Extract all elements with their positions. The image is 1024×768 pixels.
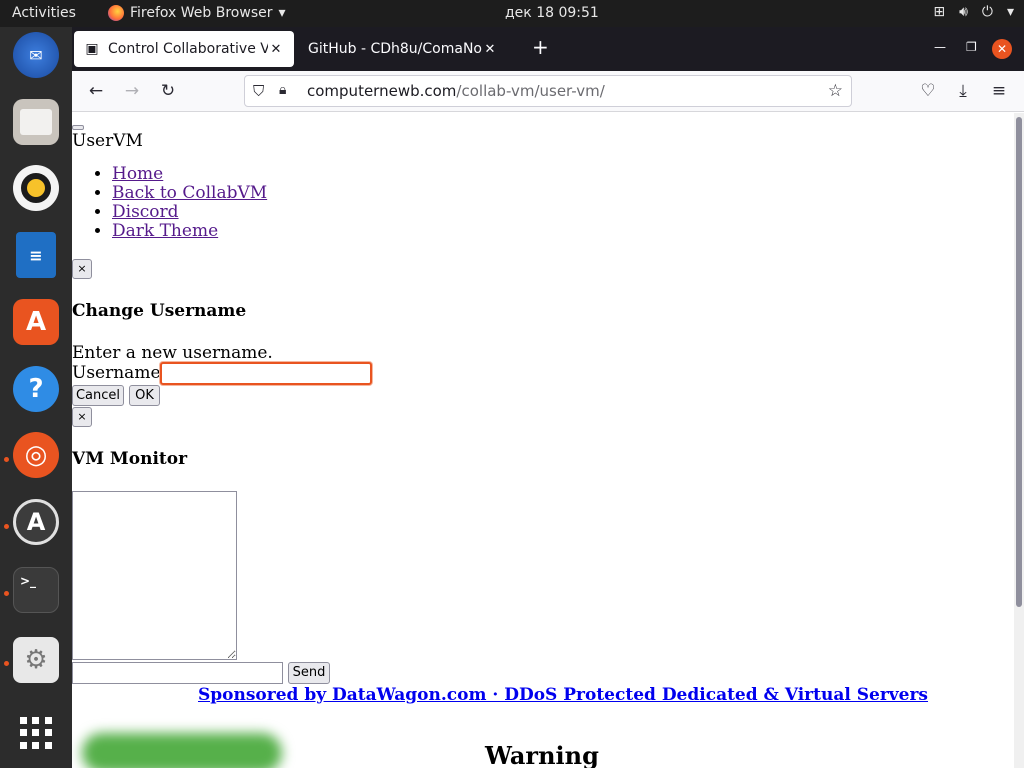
nav-link-dark-theme[interactable]: Dark Theme: [112, 221, 218, 241]
app-menu[interactable]: Firefox Web Browser ▾: [108, 5, 286, 21]
reload-button[interactable]: ↻: [157, 80, 179, 102]
username-dialog-prompt: Enter a new username.: [72, 343, 273, 363]
system-top-bar: Activities Firefox Web Browser ▾ дек 18 …: [0, 0, 1024, 27]
chevron-down-icon: ▾: [278, 5, 286, 21]
running-indicator: [4, 661, 9, 666]
username-dialog-close-button[interactable]: ×: [72, 259, 92, 279]
monitor-command-input[interactable]: [72, 662, 283, 684]
username-input[interactable]: [160, 362, 372, 385]
url-bar[interactable]: ⛉ 🔒︎ computernewb.com/collab-vm/user-vm/…: [244, 75, 852, 107]
app-center-icon[interactable]: A: [13, 299, 59, 345]
tab-bar: ▣ Control Collaborative Vir ✕ GitHub - C…: [72, 27, 1024, 71]
close-icon[interactable]: ✕: [482, 42, 498, 57]
navbar-toggle-button[interactable]: [72, 125, 84, 130]
nav-item: Discord: [112, 203, 267, 222]
collabvm-favicon: ▣: [85, 41, 99, 57]
running-indicator: [4, 591, 9, 596]
tab-title: GitHub - CDh8u/ComaNo: CD: [308, 41, 482, 57]
rhythmbox-icon[interactable]: [13, 165, 59, 211]
maximize-icon[interactable]: ❐: [966, 40, 977, 54]
bookmark-star-icon[interactable]: ☆: [828, 81, 843, 101]
url-host: computernewb.com: [307, 82, 457, 100]
power-icon[interactable]: ⏻: [982, 4, 993, 20]
close-icon[interactable]: ✕: [268, 42, 284, 57]
downloads-icon[interactable]: ⤓: [952, 80, 974, 102]
tab-collabvm[interactable]: ▣ Control Collaborative Vir ✕: [74, 31, 294, 67]
blurred-button: [82, 733, 282, 768]
tab-title: Control Collaborative Vir: [108, 41, 268, 57]
terminal-icon[interactable]: >_: [13, 567, 59, 613]
send-button[interactable]: Send: [288, 662, 330, 684]
clock[interactable]: дек 18 09:51: [505, 5, 599, 21]
show-apps-grid-icon[interactable]: [20, 717, 52, 749]
activities-button[interactable]: Activities: [12, 5, 76, 21]
site-brand[interactable]: UserVM: [72, 131, 143, 151]
running-indicator: [4, 524, 9, 529]
software-updater-icon[interactable]: A: [13, 499, 59, 545]
cancel-button[interactable]: Cancel: [72, 385, 124, 406]
help-icon[interactable]: ?: [13, 366, 59, 412]
page-scrollbar[interactable]: [1014, 113, 1024, 768]
monitor-dialog-close-button[interactable]: ×: [72, 407, 92, 427]
chevron-down-icon[interactable]: ▾: [1007, 4, 1014, 20]
libreoffice-writer-icon[interactable]: ≡: [16, 232, 56, 278]
navigation-toolbar: ← → ↻ ⛉ 🔒︎ computernewb.com/collab-vm/us…: [72, 71, 1024, 112]
window-close-button[interactable]: ✕: [992, 39, 1012, 59]
system-tray[interactable]: ⊞ 🔊︎ ⏻ ▾: [933, 4, 1014, 20]
tab-github[interactable]: GitHub - CDh8u/ComaNo: CD ✕: [298, 31, 508, 67]
nav-item: Home: [112, 165, 267, 184]
firefox-icon: [108, 5, 124, 21]
dock: ✉ ≡ A ? ◎ A >_ ⚙: [0, 27, 72, 768]
settings-icon[interactable]: ⚙: [13, 637, 59, 683]
ubuntu-icon[interactable]: ◎: [13, 432, 59, 478]
warning-heading: Warning: [485, 741, 599, 768]
files-icon[interactable]: [13, 99, 59, 145]
url-text[interactable]: computernewb.com/collab-vm/user-vm/: [307, 82, 605, 100]
site-nav: Home Back to CollabVM Discord Dark Theme: [94, 165, 267, 241]
network-icon[interactable]: ⊞: [933, 4, 945, 20]
lock-icon[interactable]: 🔒︎: [279, 82, 286, 98]
app-menu-label: Firefox Web Browser: [130, 5, 273, 21]
running-indicator: [4, 457, 9, 462]
sponsor-link[interactable]: Sponsored by DataWagon.com · DDoS Protec…: [198, 685, 928, 705]
url-path: /collab-vm/user-vm/: [456, 82, 605, 100]
nav-item: Back to CollabVM: [112, 184, 267, 203]
new-tab-button[interactable]: +: [532, 37, 549, 57]
volume-icon[interactable]: 🔊︎: [959, 4, 968, 20]
tracking-protection-icon[interactable]: ⛉: [253, 82, 264, 100]
nav-item: Dark Theme: [112, 222, 267, 241]
nav-link-home[interactable]: Home: [112, 164, 163, 184]
scrollbar-thumb[interactable]: [1016, 117, 1022, 607]
nav-link-back-to-collabvm[interactable]: Back to CollabVM: [112, 183, 267, 203]
username-dialog-title: Change Username: [72, 301, 247, 321]
username-field-label: Username: [72, 363, 161, 383]
back-button[interactable]: ←: [85, 80, 107, 102]
forward-button[interactable]: →: [121, 80, 143, 102]
menu-icon[interactable]: ≡: [988, 80, 1010, 102]
minimize-icon[interactable]: —: [934, 40, 946, 54]
thunderbird-icon[interactable]: ✉: [13, 32, 59, 78]
monitor-dialog-title: VM Monitor: [72, 449, 188, 469]
page-content: UserVM Home Back to CollabVM Discord Dar…: [72, 113, 1012, 768]
monitor-output-textarea[interactable]: [72, 491, 237, 660]
ok-button[interactable]: OK: [129, 385, 160, 406]
nav-link-discord[interactable]: Discord: [112, 202, 179, 222]
pocket-icon[interactable]: ♡: [917, 80, 939, 102]
